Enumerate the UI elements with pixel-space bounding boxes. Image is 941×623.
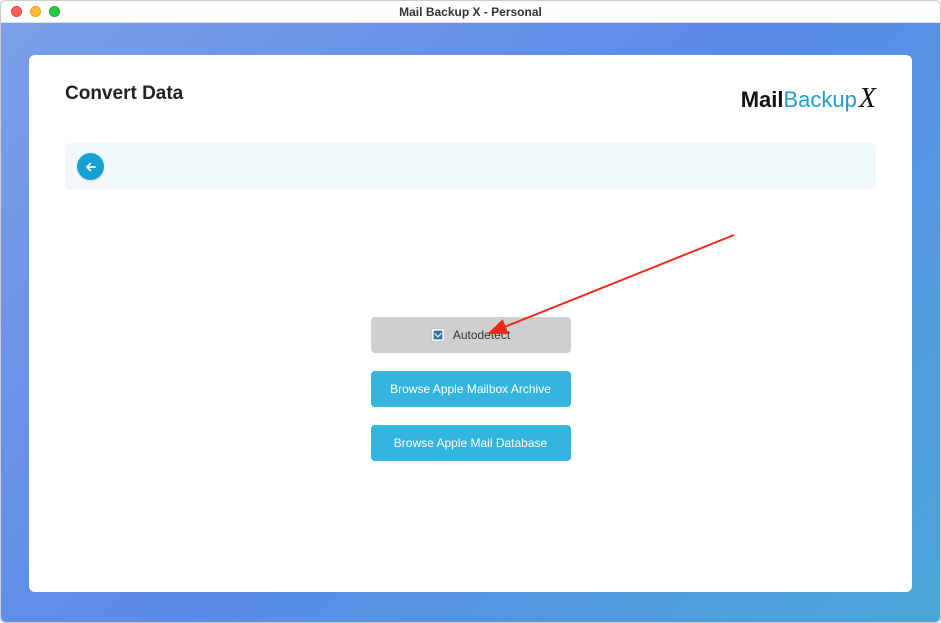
page-title: Convert Data (65, 83, 183, 105)
autodetect-label: Autodetect (453, 328, 510, 342)
back-button[interactable] (77, 153, 104, 180)
card-header: Convert Data MailBackup X (65, 83, 876, 115)
autodetect-button[interactable]: Autodetect (371, 317, 571, 353)
apple-mail-stamp-icon (431, 328, 445, 342)
browse-archive-label: Browse Apple Mailbox Archive (390, 382, 551, 396)
close-window-button[interactable] (11, 6, 22, 17)
arrow-left-icon (84, 160, 98, 174)
traffic-lights (1, 6, 60, 17)
app-window: Mail Backup X - Personal Convert Data Ma… (0, 0, 941, 623)
window-title: Mail Backup X - Personal (1, 5, 940, 19)
logo-backup: Backup (784, 87, 857, 113)
minimize-window-button[interactable] (30, 6, 41, 17)
browse-database-label: Browse Apple Mail Database (394, 436, 547, 450)
logo-mail: Mail (741, 87, 784, 113)
button-stack: Autodetect Browse Apple Mailbox Archive … (371, 317, 571, 461)
app-body: Convert Data MailBackup X (1, 23, 940, 623)
titlebar: Mail Backup X - Personal (1, 1, 940, 23)
brand-logo: MailBackup X (741, 83, 876, 115)
browse-archive-button[interactable]: Browse Apple Mailbox Archive (371, 371, 571, 407)
main-card: Convert Data MailBackup X (29, 55, 912, 592)
zoom-window-button[interactable] (49, 6, 60, 17)
toolbar (65, 143, 876, 190)
logo-x: X (859, 83, 876, 115)
browse-database-button[interactable]: Browse Apple Mail Database (371, 425, 571, 461)
